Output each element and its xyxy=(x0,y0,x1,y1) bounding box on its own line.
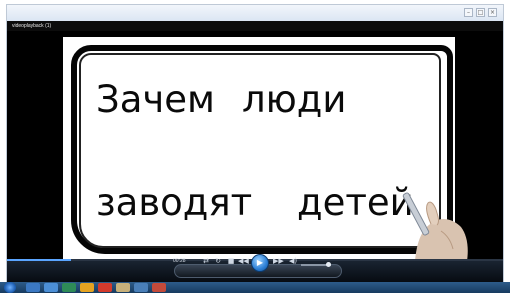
drawing-hand xyxy=(402,192,468,259)
repeat-icon[interactable]: ↻ xyxy=(213,256,223,266)
video-word: Зачем xyxy=(96,78,215,121)
folder-taskbar-icon[interactable] xyxy=(80,283,94,292)
opera-taskbar-icon[interactable] xyxy=(98,283,112,292)
minimize-button[interactable]: – xyxy=(464,8,473,17)
maximize-button[interactable]: □ xyxy=(476,8,485,17)
next-icon[interactable]: ▶▶ xyxy=(273,256,284,266)
video-word: заводят xyxy=(96,181,253,224)
play-icon[interactable]: ▶ xyxy=(251,254,269,272)
seek-bar-fill xyxy=(7,259,72,261)
window-title: videoplayback (1) xyxy=(12,23,52,29)
media-player-window: – □ × videoplayback (1) Зачем люди завод… xyxy=(6,4,504,283)
time-display: 00:28 xyxy=(173,258,186,264)
stop-icon[interactable]: ■ xyxy=(226,256,236,266)
window-controls: – □ × xyxy=(464,8,497,17)
shuffle-icon[interactable]: ⇄ xyxy=(201,256,211,266)
start-button[interactable] xyxy=(4,282,16,293)
app-taskbar-icon[interactable] xyxy=(116,283,130,292)
title-bar: videoplayback (1) xyxy=(7,21,503,31)
app-taskbar-icon[interactable] xyxy=(134,283,148,292)
media-taskbar-icon[interactable] xyxy=(62,283,76,292)
video-area[interactable]: Зачем люди заводят детей xyxy=(7,31,503,259)
window-chrome: – □ × xyxy=(7,5,503,21)
speaker-icon[interactable]: ◀) xyxy=(288,256,298,266)
video-word: детей xyxy=(297,181,414,224)
taskbar xyxy=(0,282,510,293)
video-word: люди xyxy=(242,78,347,121)
previous-icon[interactable]: ◀◀ xyxy=(238,256,249,266)
browser-taskbar-icon[interactable] xyxy=(44,283,58,292)
close-button[interactable]: × xyxy=(488,8,497,17)
explorer-taskbar-icon[interactable] xyxy=(26,283,40,292)
app-taskbar-icon[interactable] xyxy=(152,283,166,292)
